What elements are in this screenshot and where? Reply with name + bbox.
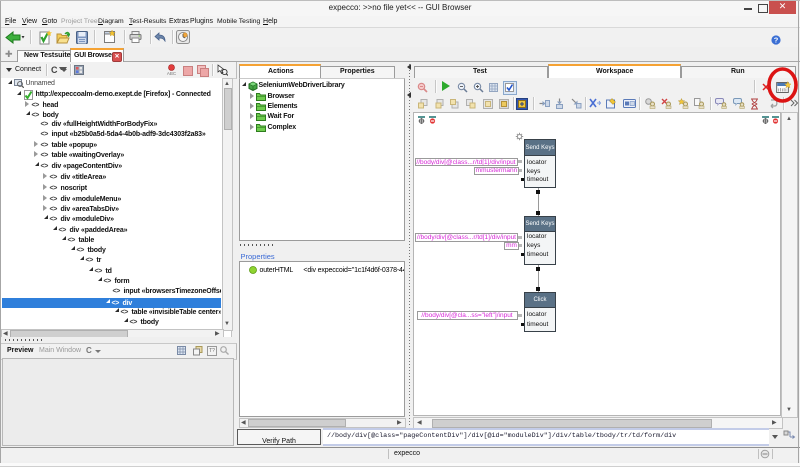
svg-text:?: ? bbox=[774, 36, 779, 45]
